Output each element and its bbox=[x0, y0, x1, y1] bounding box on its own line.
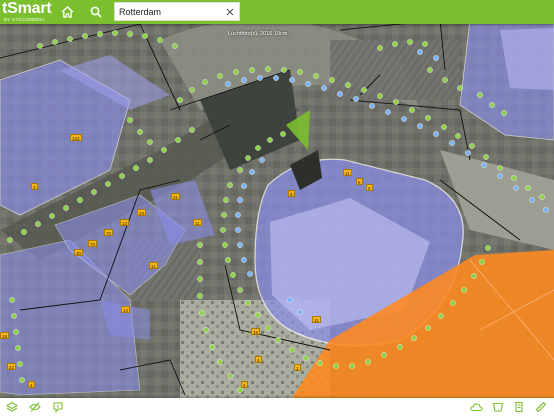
address-label[interactable]: 18 bbox=[0, 332, 10, 339]
building-icon bbox=[515, 401, 523, 413]
shape-icon bbox=[492, 402, 504, 412]
hide-icon bbox=[29, 402, 41, 412]
close-icon bbox=[226, 8, 234, 15]
address-label[interactable]: 4 bbox=[255, 356, 262, 363]
address-label[interactable]: 11 bbox=[149, 262, 158, 269]
address-label[interactable]: 6 bbox=[356, 178, 363, 185]
address-label[interactable]: 13 bbox=[120, 219, 130, 226]
bottom-toolbar bbox=[0, 398, 554, 416]
search-input[interactable] bbox=[119, 4, 219, 19]
hide-button[interactable] bbox=[28, 400, 42, 414]
shape-button[interactable] bbox=[491, 400, 505, 414]
home-icon bbox=[61, 6, 73, 18]
aerial-caption: Luchtfoto(s), 2016 10cm bbox=[228, 31, 288, 37]
aerial-photo bbox=[0, 0, 554, 416]
address-label[interactable]: 22 bbox=[7, 363, 17, 370]
address-label[interactable]: 70 bbox=[104, 229, 114, 236]
address-label[interactable]: 11 bbox=[343, 169, 352, 176]
brand-subtitle: BY CYCLOMEDIA bbox=[4, 17, 45, 22]
cloud-button[interactable] bbox=[469, 400, 483, 414]
brand-title: tSmart bbox=[2, 0, 52, 17]
search-button[interactable] bbox=[86, 2, 106, 22]
layers-icon bbox=[6, 401, 18, 412]
info-icon bbox=[53, 402, 63, 413]
address-label[interactable]: 9 bbox=[288, 190, 295, 197]
top-toolbar: tSmart BY CYCLOMEDIA bbox=[0, 0, 554, 24]
address-label[interactable]: 20 bbox=[137, 209, 147, 216]
address-label[interactable]: 11 bbox=[312, 316, 321, 323]
address-label[interactable]: 4 bbox=[28, 381, 35, 388]
address-label[interactable]: 13 bbox=[121, 306, 131, 313]
address-label[interactable]: 15 bbox=[251, 328, 261, 335]
search-box bbox=[114, 2, 240, 21]
layers-button[interactable] bbox=[5, 400, 19, 414]
measure-button[interactable] bbox=[534, 400, 548, 414]
home-button[interactable] bbox=[57, 2, 77, 22]
clear-search-button[interactable] bbox=[223, 4, 237, 19]
measure-icon bbox=[535, 401, 547, 413]
address-label[interactable]: 122 bbox=[70, 134, 82, 141]
address-label[interactable]: 40 bbox=[74, 249, 84, 256]
info-button[interactable] bbox=[51, 400, 65, 414]
address-label[interactable]: 1 bbox=[294, 364, 301, 371]
brand-logo: tSmart BY CYCLOMEDIA bbox=[2, 0, 52, 23]
address-label[interactable]: 6 bbox=[366, 184, 373, 191]
address-label[interactable]: 70 bbox=[88, 240, 98, 247]
search-icon bbox=[90, 6, 102, 18]
address-label[interactable]: 31 bbox=[171, 193, 181, 200]
address-label[interactable]: 4 bbox=[241, 381, 248, 388]
map-viewport[interactable]: 122 3 40 70 70 13 20 31 11 11 13 11 6 6 … bbox=[0, 0, 554, 416]
building-button[interactable] bbox=[512, 400, 526, 414]
address-label[interactable]: 11 bbox=[193, 219, 202, 226]
address-label[interactable]: 3 bbox=[31, 183, 38, 190]
cloud-icon bbox=[469, 403, 483, 412]
